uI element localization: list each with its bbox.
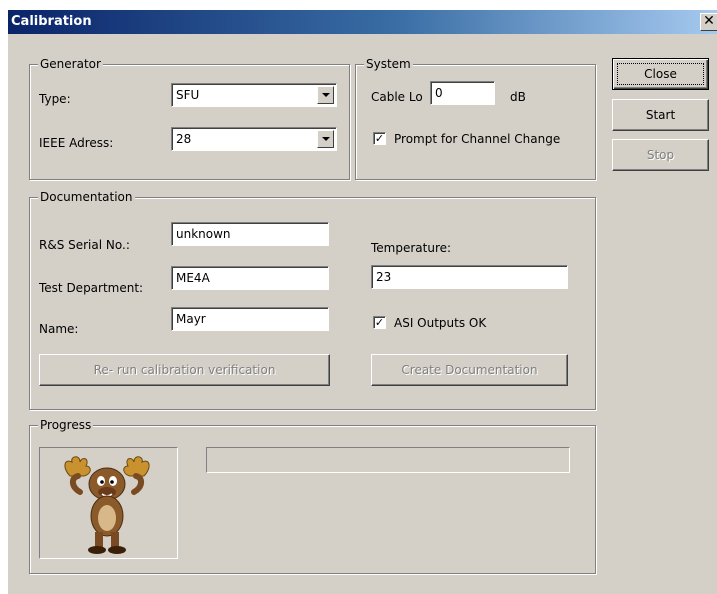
name-label: Name: [39, 322, 79, 336]
prompt-channel-change-label[interactable]: Prompt for Channel Change [394, 132, 560, 146]
stop-button-label: Stop [646, 148, 675, 162]
start-button[interactable]: Start [612, 99, 709, 131]
title-bar[interactable]: Calibration ✕ [8, 10, 717, 34]
ieee-address-combobox[interactable]: 28 [171, 127, 337, 151]
cable-loss-value: 0 [435, 86, 443, 100]
close-button[interactable]: Close [612, 58, 709, 90]
test-department-label: Test Department: [39, 281, 144, 295]
serial-number-input[interactable]: unknown [171, 222, 329, 246]
cable-loss-input[interactable]: 0 [430, 81, 495, 105]
progress-bar [206, 447, 570, 473]
system-legend: System [364, 57, 413, 71]
cable-loss-unit: dB [510, 90, 526, 104]
temperature-input[interactable]: 23 [371, 265, 568, 289]
name-input[interactable]: Mayr [171, 307, 329, 331]
window-title: Calibration [11, 14, 92, 29]
generator-group: Generator [29, 57, 350, 180]
asi-outputs-ok-checkbox[interactable]: ✓ [373, 316, 386, 329]
progress-legend: Progress [38, 418, 94, 432]
test-department-input[interactable]: ME4A [171, 266, 329, 290]
serial-number-value: unknown [176, 227, 231, 241]
test-department-value: ME4A [176, 271, 210, 285]
ieee-address-value: 28 [176, 132, 192, 146]
animation-frame [39, 447, 178, 559]
create-documentation-label: Create Documentation [401, 363, 538, 377]
prompt-channel-change-checkbox[interactable]: ✓ [373, 132, 386, 145]
rerun-calibration-label: Re- run calibration verification [93, 363, 276, 377]
serial-number-label: R&S Serial No.: [39, 238, 130, 252]
cable-loss-label: Cable Lo [371, 90, 423, 104]
asi-outputs-ok-label[interactable]: ASI Outputs OK [394, 316, 486, 330]
temperature-value: 23 [376, 270, 392, 284]
documentation-legend: Documentation [38, 190, 135, 204]
calibration-dialog: Calibration ✕ Generator Type: SFU IEEE A… [7, 9, 717, 594]
focus-rectangle [617, 63, 704, 85]
generator-legend: Generator [38, 57, 103, 71]
start-button-label: Start [645, 108, 676, 122]
type-value: SFU [176, 88, 200, 102]
temperature-label: Temperature: [371, 241, 452, 255]
create-documentation-button[interactable]: Create Documentation [371, 354, 568, 386]
close-window-icon[interactable]: ✕ [700, 13, 717, 31]
ieee-label: IEEE Adress: [39, 136, 114, 150]
type-label: Type: [39, 92, 71, 106]
stop-button[interactable]: Stop [612, 139, 709, 171]
chevron-down-icon[interactable] [317, 86, 334, 104]
moose-mascot-icon [64, 456, 150, 554]
name-value: Mayr [176, 312, 206, 326]
chevron-down-icon[interactable] [317, 130, 334, 148]
rerun-calibration-button[interactable]: Re- run calibration verification [39, 354, 330, 386]
type-combobox[interactable]: SFU [171, 83, 337, 107]
